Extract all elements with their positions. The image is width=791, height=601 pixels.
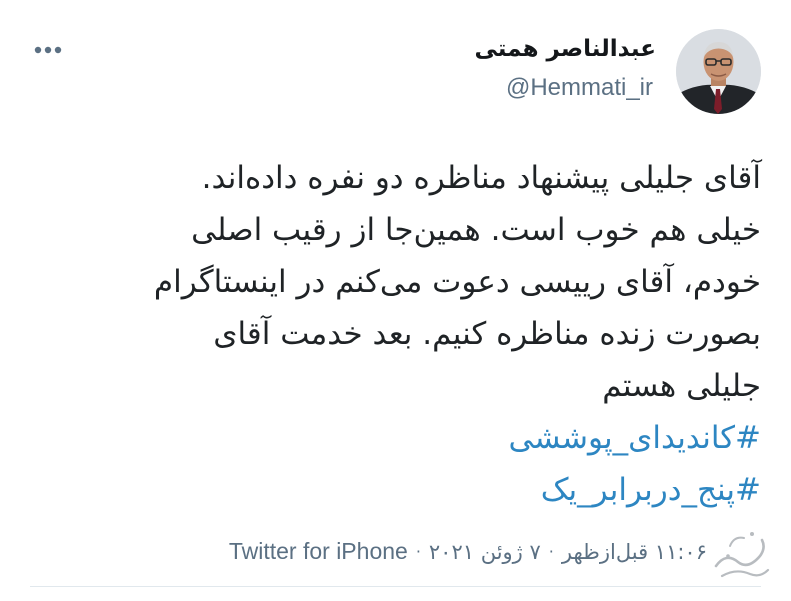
tweet-text: آقای جلیلی پیشنهاد مناظره دو نفره داده‌ا…: [61, 152, 761, 516]
tweet-text-line: خودم، آقای رییسی دعوت می‌کنم در اینستاگر…: [153, 264, 761, 300]
hashtag-link[interactable]: #کاندیدای_پوششی: [61, 412, 761, 464]
tweet-text-line: بصورت زنده مناظره کنیم. بعد خدمت آقای: [213, 316, 761, 352]
tweet-text-line: خیلی هم خوب است. همین‌جا از رقیب اصلی: [191, 212, 761, 248]
avatar[interactable]: [676, 29, 761, 114]
tweet-text-line: آقای جلیلی پیشنهاد مناظره دو نفره داده‌ا…: [201, 160, 761, 196]
more-horizontal-icon: [34, 46, 62, 54]
author-handle[interactable]: @Hemmati_ir: [506, 74, 653, 102]
tweet-time[interactable]: ۱۱:۰۶ قبل‌ازظهر: [562, 540, 707, 564]
tweet-metadata: ۱۱:۰۶ قبل‌ازظهر · ۷ ژوئن ۲۰۲۱ · Twitter …: [229, 538, 707, 565]
meta-separator: ·: [415, 542, 421, 561]
calligraphy-watermark: [714, 532, 770, 578]
tweet-date[interactable]: ۷ ژوئن ۲۰۲۱: [429, 540, 541, 564]
tweet-card: عبدالناصر همتی @Hemmati_ir آقای جلیلی پی…: [0, 0, 791, 601]
author-name[interactable]: عبدالناصر همتی: [475, 36, 657, 62]
divider: [30, 586, 761, 587]
tweet-text-line: جلیلی هستم: [602, 368, 761, 404]
hashtag-link[interactable]: #پنج_دربرابر_یک: [61, 464, 761, 516]
tweet-source-link[interactable]: Twitter for iPhone: [229, 538, 408, 565]
meta-separator: ·: [548, 542, 554, 561]
more-options-button[interactable]: [30, 38, 66, 62]
avatar-portrait: [676, 29, 761, 114]
